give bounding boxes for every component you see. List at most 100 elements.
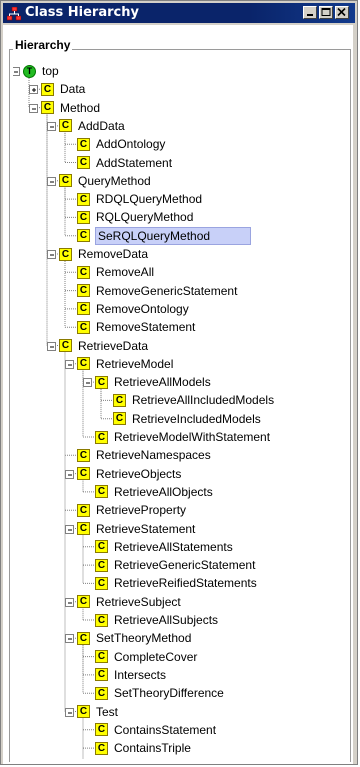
tree-node-label: AddStatement	[96, 155, 173, 170]
tree-node-label: SetTheoryDifference	[114, 686, 224, 701]
tree-node-containstriple[interactable]: C ContainsTriple	[95, 739, 192, 757]
class-icon: C	[77, 705, 90, 718]
class-tree[interactable]: Ttop C Data C Method C AddData C AddOntology C Add…	[13, 59, 349, 759]
collapse-icon[interactable]	[65, 524, 74, 534]
tree-node-retrieveallmodels[interactable]: C RetrieveAllModels	[95, 373, 212, 391]
class-icon: C	[77, 357, 90, 371]
tree-node-data[interactable]: C Data	[41, 80, 86, 98]
hierarchy-panel: Hierarchy Ttop C Data C Method C AddData C AddOn…	[3, 25, 353, 764]
tree-node-label: RetrieveReifiedStatements	[114, 576, 257, 591]
tree-node-top[interactable]: Ttop	[23, 62, 60, 80]
tree-node-settheorydifference[interactable]: C SetTheoryDifference	[95, 684, 225, 702]
tree-node-label: RemoveOntology	[96, 301, 189, 316]
tree-node-retrievereifiedstatements[interactable]: C RetrieveReifiedStatements	[95, 574, 258, 592]
class-icon: C	[59, 174, 72, 188]
tree-node-retrievesubject[interactable]: C RetrieveSubject	[77, 593, 182, 611]
class-icon: C	[77, 522, 90, 535]
collapse-icon[interactable]	[65, 707, 74, 717]
tree-node-retrieveallobjects[interactable]: C RetrieveAllObjects	[95, 483, 214, 501]
class-icon: C	[77, 284, 90, 298]
tree-node-serqlquerymethod[interactable]: C SeRQLQueryMethod	[77, 226, 252, 245]
class-icon: C	[95, 613, 108, 627]
tree-node-retrieveincludedmodels[interactable]: C RetrieveIncludedModels	[113, 410, 262, 428]
tree-node-method[interactable]: C Method	[41, 99, 101, 117]
collapse-icon[interactable]	[65, 634, 74, 644]
tree-node-removeontology[interactable]: C RemoveOntology	[77, 300, 190, 318]
title-bar[interactable]: Class Hierarchy	[3, 3, 355, 23]
class-icon: C	[77, 320, 90, 334]
tree-node-label: RemoveAll	[96, 265, 155, 280]
class-icon: C	[77, 503, 90, 517]
tree-node-label: RetrieveGenericStatement	[114, 558, 256, 573]
tree-node-querymethod[interactable]: C QueryMethod	[59, 172, 152, 190]
tree-node-removegenericstatement[interactable]: C RemoveGenericStatement	[77, 282, 238, 300]
tree-node-rqlquerymethod[interactable]: C RQLQueryMethod	[77, 208, 194, 226]
tree-node-label: RetrieveAllIncludedModels	[132, 393, 275, 408]
tree-node-containsstatement[interactable]: C ContainsStatement	[95, 721, 217, 739]
tree-node-intersects[interactable]: C Intersects	[95, 666, 167, 684]
collapse-icon[interactable]	[47, 121, 56, 131]
tree-node-label: AddData	[78, 118, 125, 133]
tree-node-label: RetrieveAllStatements	[114, 539, 233, 554]
tree-node-test[interactable]: C Test	[77, 703, 119, 721]
tree-node-retrievegenericstatement[interactable]: C RetrieveGenericStatement	[95, 556, 256, 574]
tree-node-removestatement[interactable]: C RemoveStatement	[77, 318, 196, 336]
collapse-icon[interactable]	[65, 469, 74, 479]
tree-node-retrieveallsubjects[interactable]: C RetrieveAllSubjects	[95, 611, 219, 629]
tree-node-addstatement[interactable]: C AddStatement	[77, 154, 173, 172]
tree-node-retrieveobjects[interactable]: C RetrieveObjects	[77, 465, 182, 483]
tree-node-completecover[interactable]: C CompleteCover	[95, 648, 198, 666]
class-icon: C	[59, 247, 72, 261]
tree-node-retrievemodel[interactable]: C RetrieveModel	[77, 355, 174, 373]
collapse-icon[interactable]	[47, 250, 56, 259]
tree-node-label: top	[42, 64, 59, 78]
collapse-icon[interactable]	[83, 378, 92, 388]
tree-node-label: RetrieveProperty	[96, 503, 187, 518]
tree-node-addontology[interactable]: C AddOntology	[77, 135, 166, 153]
tree-node-label: RetrieveNamespaces	[96, 448, 211, 463]
class-icon: C	[95, 741, 108, 755]
tree-node-removedata[interactable]: C RemoveData	[59, 245, 149, 263]
tree-node-label: SeRQLQueryMethod	[95, 226, 252, 245]
tree-node-removeall[interactable]: C RemoveAll	[77, 263, 155, 281]
class-icon: C	[77, 229, 90, 243]
expand-icon[interactable]	[29, 85, 38, 95]
class-icon: C	[95, 650, 108, 664]
tree-node-retrievenamespaces[interactable]: C RetrieveNamespaces	[77, 446, 212, 464]
collapse-icon[interactable]	[13, 67, 20, 76]
tree-node-retrieveallstatements[interactable]: C RetrieveAllStatements	[95, 538, 234, 556]
hierarchy-group-label: Hierarchy	[13, 38, 73, 52]
class-icon: C	[95, 375, 108, 389]
tree-node-rdqlquerymethod[interactable]: C RDQLQueryMethod	[77, 190, 203, 208]
minimize-button[interactable]	[303, 6, 317, 19]
tree-node-label: RetrieveAllModels	[114, 375, 211, 390]
maximize-button[interactable]	[319, 6, 333, 19]
close-button[interactable]	[335, 6, 349, 19]
tree-node-retrievedata[interactable]: C RetrieveData	[59, 337, 149, 355]
class-icon: C	[77, 137, 90, 151]
class-icon: C	[77, 302, 90, 316]
class-icon: C	[113, 393, 126, 407]
tree-node-label: RetrieveSubject	[96, 594, 181, 609]
tree-node-label: SetTheoryMethod	[96, 631, 192, 646]
collapse-icon[interactable]	[47, 341, 56, 351]
tree-node-isempty[interactable]: CIsEmpty	[95, 757, 158, 759]
tree-node-retrievestatement[interactable]: C RetrieveStatement	[77, 520, 196, 538]
collapse-icon[interactable]	[29, 103, 38, 113]
tree-node-retrieveproperty[interactable]: C RetrieveProperty	[77, 501, 187, 519]
tree-node-retrievemodelwithstatement[interactable]: C RetrieveModelWithStatement	[95, 428, 271, 446]
tree-node-label: ContainsTriple	[114, 741, 191, 756]
tree-node-label: AddOntology	[96, 137, 166, 152]
collapse-icon[interactable]	[65, 597, 74, 607]
collapse-icon[interactable]	[47, 176, 56, 186]
tree-node-adddata[interactable]: C AddData	[59, 117, 126, 135]
window-title: Class Hierarchy	[25, 5, 139, 20]
class-icon: C	[77, 265, 90, 279]
tree-node-label: RetrieveAllObjects	[114, 484, 213, 499]
class-icon: C	[77, 192, 90, 206]
tree-node-settheorymethod[interactable]: C SetTheoryMethod	[77, 629, 192, 647]
tree-node-retrieveallincludedmodels[interactable]: C RetrieveAllIncludedModels	[113, 391, 275, 409]
tree-node-label: QueryMethod	[78, 173, 151, 188]
class-icon: C	[95, 558, 108, 572]
collapse-icon[interactable]	[65, 359, 74, 369]
